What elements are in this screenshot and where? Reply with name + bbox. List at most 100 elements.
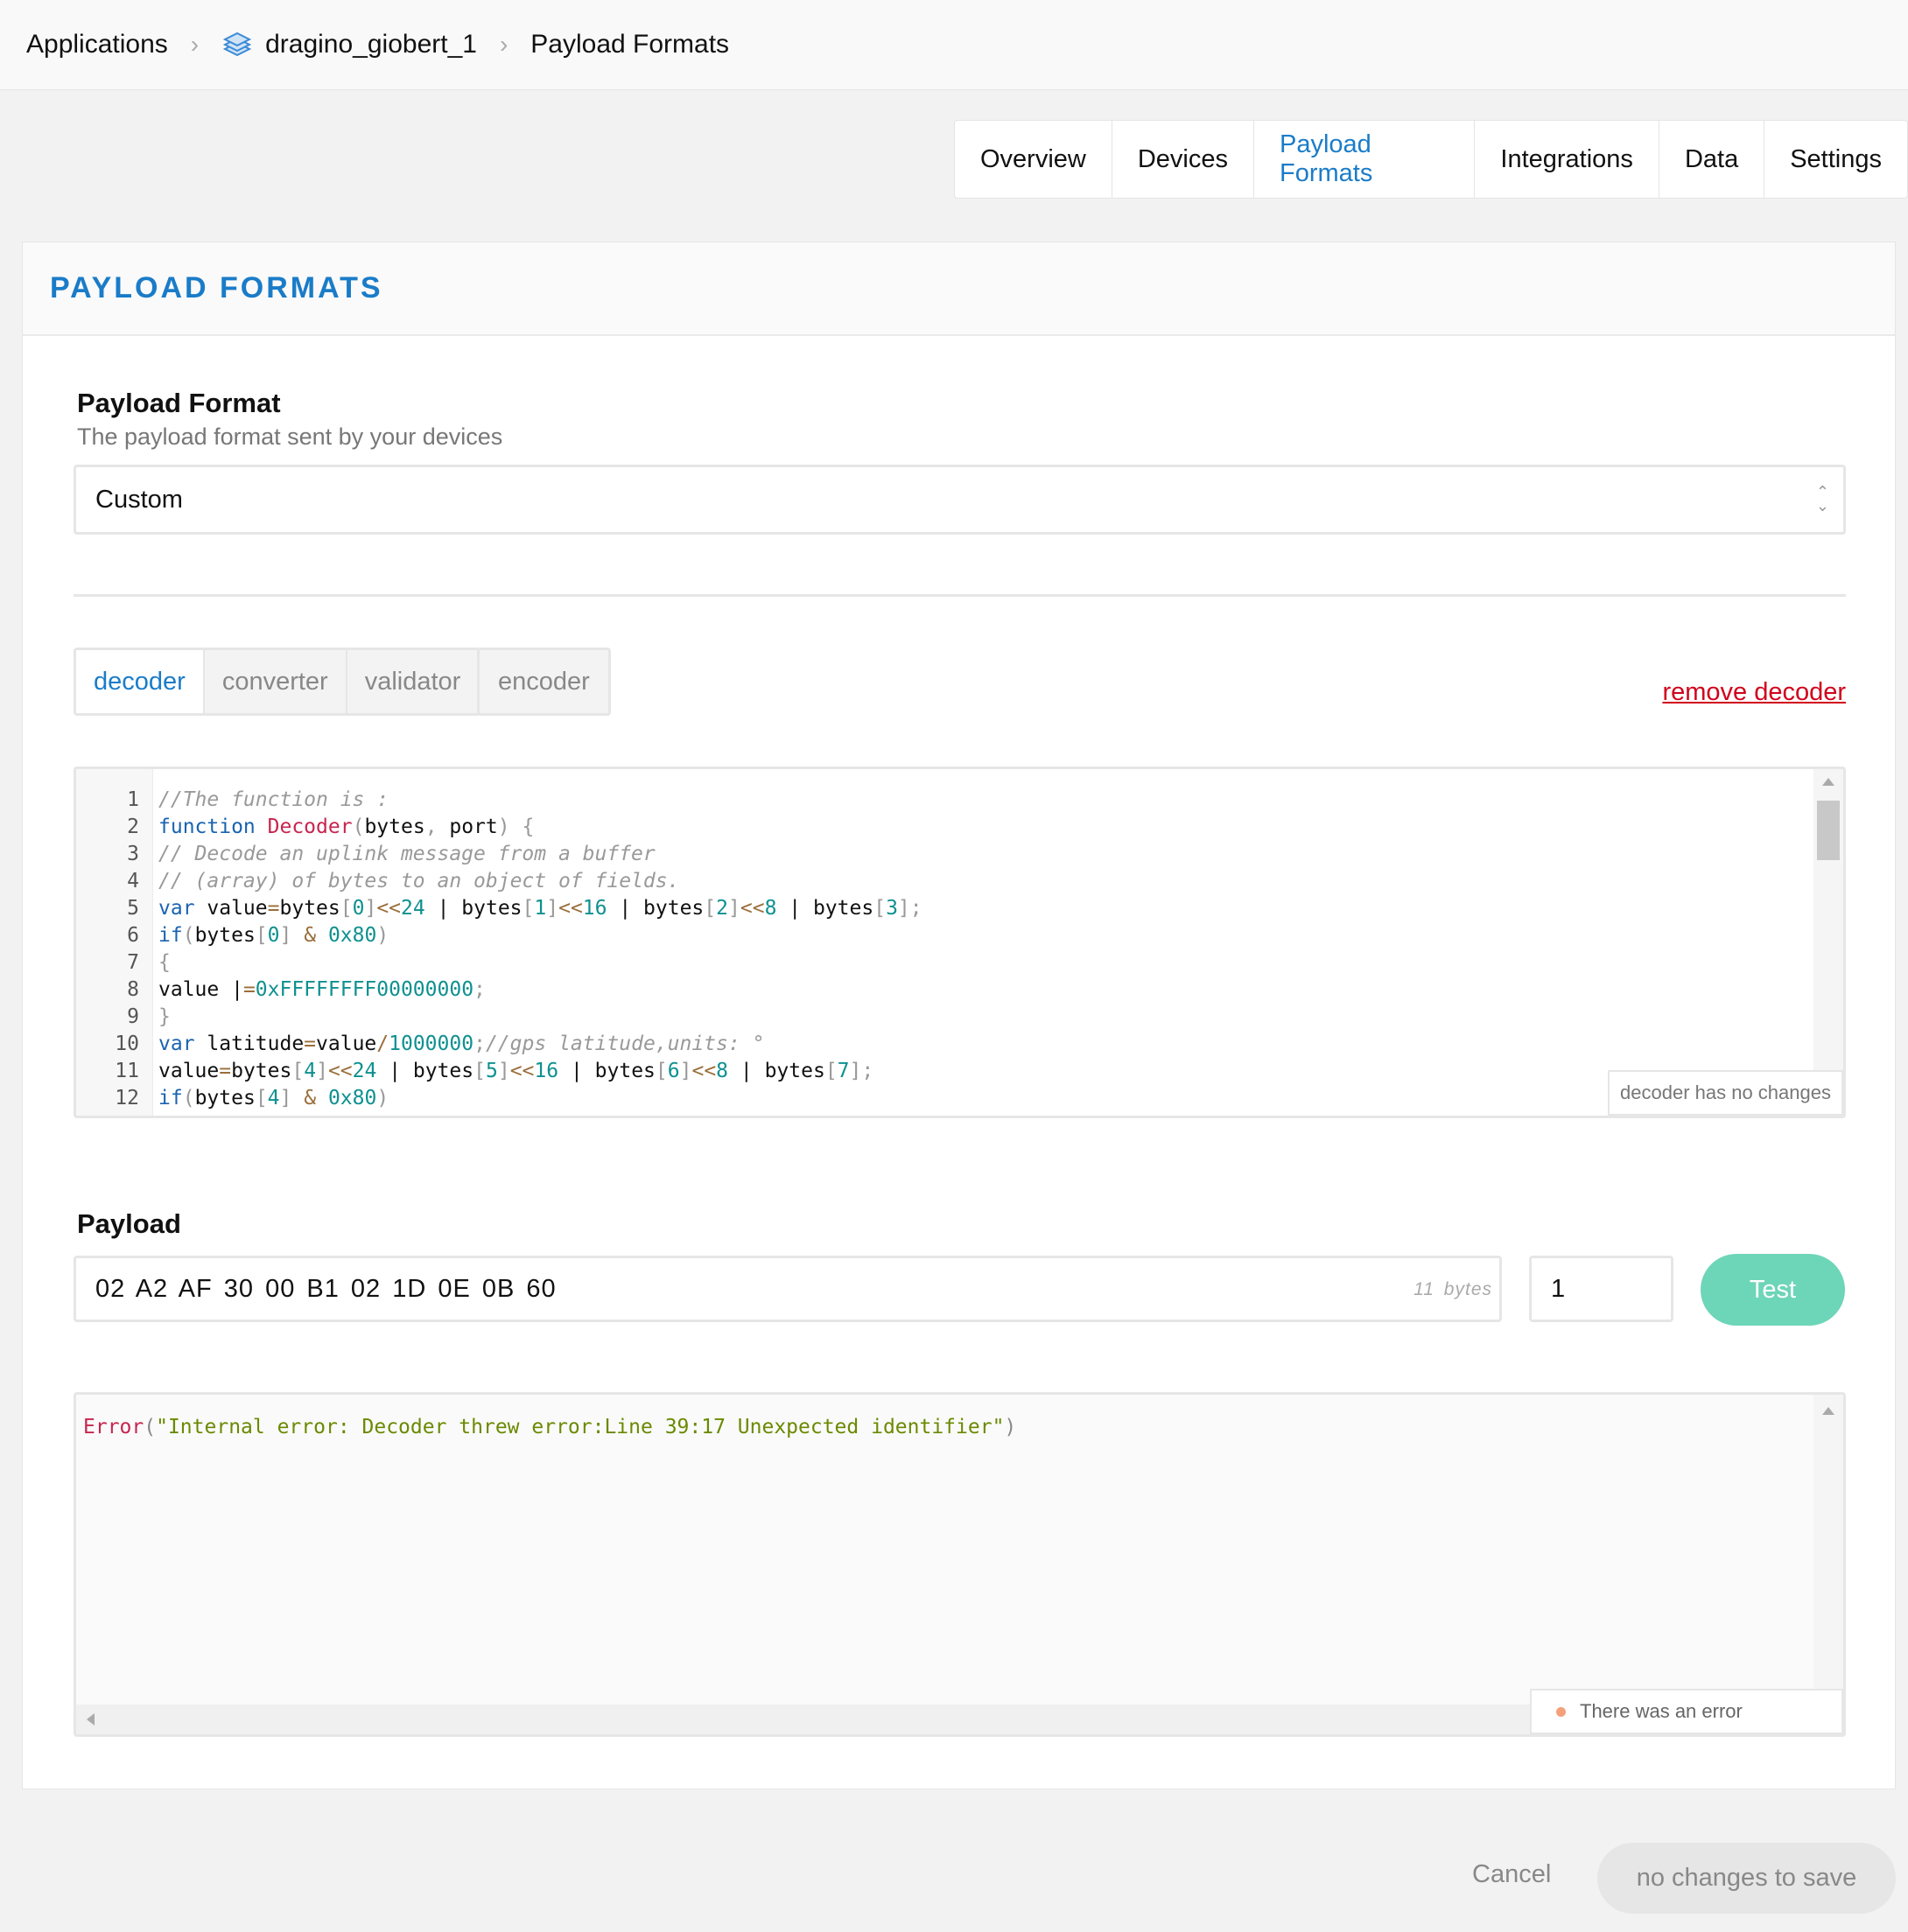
line-source: function Decoder(bytes, port) { xyxy=(139,814,534,841)
code-token: 0x80 xyxy=(327,924,377,947)
code-token: 3 xyxy=(886,897,898,920)
code-token: << xyxy=(327,1060,353,1082)
code-line: 13 { xyxy=(76,1112,922,1116)
code-token: | bytes xyxy=(558,1060,656,1082)
tab-payload-formats[interactable]: Payload Formats xyxy=(1254,121,1476,198)
code-token: ]; xyxy=(897,897,922,920)
code-token: 24 xyxy=(401,897,425,920)
code-token: | bytes xyxy=(607,897,705,920)
code-line: 11 value=bytes[4]<<24 | bytes[5]<<16 | by… xyxy=(76,1058,922,1085)
code-token: ) xyxy=(376,1087,389,1110)
layers-icon xyxy=(221,29,253,60)
code-token: 0 xyxy=(267,924,280,947)
breadcrumb-applications[interactable]: Applications xyxy=(26,30,168,60)
code-line: 12 if(bytes[4] & 0x80) xyxy=(76,1085,922,1112)
vertical-scrollbar[interactable] xyxy=(1813,769,1843,1116)
port-input[interactable]: 1 xyxy=(1529,1256,1673,1322)
code-token: 24 xyxy=(352,1060,377,1082)
tab-converter[interactable]: converter xyxy=(205,650,347,713)
code-token: var xyxy=(158,897,195,920)
breadcrumb-application[interactable]: dragino_giobert_1 xyxy=(265,30,477,60)
code-token: [ xyxy=(255,924,268,947)
code-token: = xyxy=(267,897,280,920)
code-line: 4 // (array) of bytes to an object of fie… xyxy=(76,868,922,895)
payload-format-value: Custom xyxy=(95,485,183,514)
code-token: / xyxy=(376,1032,389,1055)
code-token: 0 xyxy=(352,897,365,920)
code-token: ] xyxy=(279,1087,292,1110)
line-source: if(bytes[0] & 0x80) xyxy=(139,922,389,949)
line-source: // (array) of bytes to an object of fiel… xyxy=(139,868,679,895)
tab-decoder[interactable]: decoder xyxy=(76,650,205,713)
code-token: [ xyxy=(704,897,717,920)
payload-value: 02 A2 AF 30 00 B1 02 1D 0E 0B 60 xyxy=(95,1274,557,1303)
line-source: var latitude=value/1000000;//gps latitud… xyxy=(139,1031,764,1058)
code-token: [ xyxy=(655,1060,668,1082)
code-token: var xyxy=(158,1032,195,1055)
code-token: ) { xyxy=(497,816,535,838)
chevron-right-icon: › xyxy=(190,31,200,58)
line-number: 2 xyxy=(127,816,139,838)
code-token: ] xyxy=(546,897,559,920)
code-line: 3 // Decode an uplink message from a buff… xyxy=(76,841,922,868)
tab-validator[interactable]: validator xyxy=(347,650,479,713)
code-token: // (array) of bytes to an object of fiel… xyxy=(158,870,680,892)
code-token: 2 xyxy=(716,897,728,920)
tab-overview[interactable]: Overview xyxy=(955,121,1112,198)
scrollbar-thumb[interactable] xyxy=(1817,801,1840,860)
code-token: value xyxy=(158,1060,220,1082)
select-arrows-icon: ⌃ ⌄ xyxy=(1815,483,1829,514)
test-status: There was an error xyxy=(1530,1689,1843,1734)
remove-decoder-link[interactable]: remove decoder xyxy=(1662,678,1846,707)
code-lines: 1//The function is :2 function Decoder(by… xyxy=(76,787,922,1116)
code-token: Decoder xyxy=(267,816,353,838)
tab-encoder[interactable]: encoder xyxy=(480,650,608,713)
line-number: 12 xyxy=(115,1087,139,1110)
tab-data[interactable]: Data xyxy=(1659,121,1765,198)
tab-integrations[interactable]: Integrations xyxy=(1475,121,1659,198)
scroll-left-icon[interactable] xyxy=(87,1713,95,1726)
editor-status: decoder has no changes xyxy=(1608,1070,1843,1116)
error-function: Error xyxy=(83,1416,144,1438)
code-token: 7 xyxy=(837,1060,850,1082)
code-line: 8 value |=0xFFFFFFFF00000000; xyxy=(76,976,922,1004)
code-token: 0x80 xyxy=(327,1087,377,1110)
code-token: ] xyxy=(316,1060,328,1082)
scroll-up-icon[interactable] xyxy=(1822,1407,1834,1415)
save-button[interactable]: no changes to save xyxy=(1597,1843,1896,1914)
payload-format-description: The payload format sent by your devices xyxy=(77,424,503,450)
chevron-right-icon: › xyxy=(499,31,509,58)
code-token: [ xyxy=(522,897,535,920)
payload-input[interactable]: 02 A2 AF 30 00 B1 02 1D 0E 0B 60 11 byte… xyxy=(74,1256,1502,1322)
encoder-tab-group: encoder xyxy=(477,648,611,716)
tab-settings[interactable]: Settings xyxy=(1764,121,1907,198)
code-token: 5 xyxy=(485,1060,498,1082)
code-token: ] xyxy=(679,1060,692,1082)
test-status-text: There was an error xyxy=(1580,1700,1743,1722)
line-number: 13 xyxy=(76,1112,139,1116)
code-token: 4 xyxy=(304,1060,317,1082)
breadcrumb: Applications › dragino_giobert_1 › Paylo… xyxy=(0,0,1908,90)
line-number: 5 xyxy=(127,897,139,920)
test-button[interactable]: Test xyxy=(1701,1254,1845,1326)
line-number: 4 xyxy=(127,870,139,892)
line-source: { xyxy=(139,949,171,976)
code-token: if xyxy=(158,1087,183,1110)
code-editor[interactable]: 1//The function is :2 function Decoder(by… xyxy=(74,766,1846,1118)
line-number: 11 xyxy=(115,1060,139,1082)
code-token: & xyxy=(291,924,328,947)
code-token: 16 xyxy=(582,897,607,920)
scroll-up-icon[interactable] xyxy=(1822,778,1834,786)
code-token: bytes xyxy=(194,1087,256,1110)
line-source: var value=bytes[0]<<24 | bytes[1]<<16 | … xyxy=(139,895,922,922)
divider xyxy=(74,594,1846,597)
code-line: 2 function Decoder(bytes, port) { xyxy=(76,814,922,841)
vertical-scrollbar[interactable] xyxy=(1813,1395,1843,1734)
tab-devices[interactable]: Devices xyxy=(1112,121,1255,198)
cancel-button[interactable]: Cancel xyxy=(1472,1860,1551,1889)
code-token: 16 xyxy=(534,1060,559,1082)
code-token: | bytes xyxy=(376,1060,474,1082)
line-source: //The function is : xyxy=(139,787,389,814)
code-token: [ xyxy=(473,1060,486,1082)
payload-format-select[interactable]: Custom ⌃ ⌄ xyxy=(74,465,1846,535)
